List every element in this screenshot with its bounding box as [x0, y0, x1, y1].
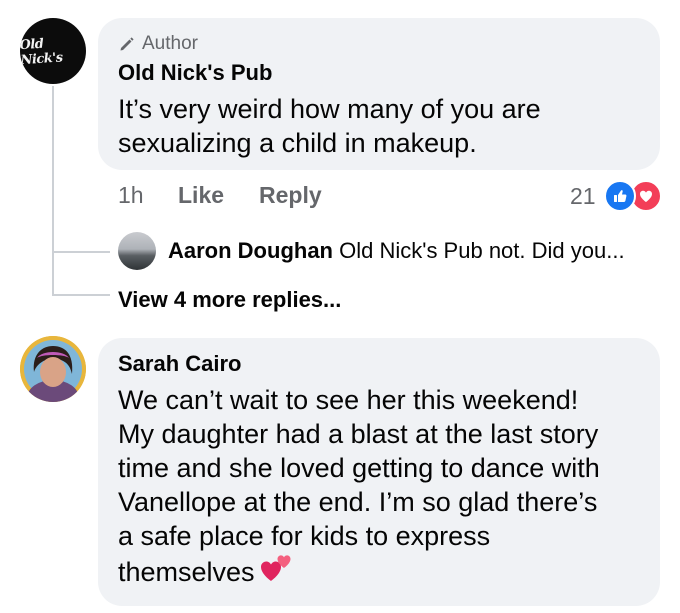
- comment-line: time and she loved getting to dance with: [118, 453, 600, 483]
- like-button[interactable]: Like: [178, 182, 224, 209]
- reply-author-name[interactable]: Aaron Doughan: [168, 238, 333, 263]
- author-badge-label: Author: [142, 33, 198, 54]
- like-icon: [603, 180, 636, 212]
- commenter-name[interactable]: Old Nick's Pub: [118, 60, 272, 86]
- comment-line: My daughter had a blast at the last stor…: [118, 419, 599, 449]
- author-badge: Author: [118, 33, 198, 55]
- commenter-name[interactable]: Sarah Cairo: [118, 351, 242, 377]
- pencil-icon: [120, 37, 134, 51]
- comment-text: We can’t wait to see her this weekend! M…: [118, 383, 600, 591]
- comment-thread: Old Nick's Author Old Nick's Pub It’s ve…: [0, 0, 680, 613]
- reaction-count: 21: [570, 182, 596, 209]
- thread-connector-branch: [52, 294, 110, 296]
- comment-line: We can’t wait to see her this weekend!: [118, 385, 579, 415]
- reply-preview[interactable]: Aaron Doughan Old Nick's Pub not. Did yo…: [168, 238, 625, 264]
- thread-connector-branch: [52, 251, 110, 253]
- view-more-replies-link[interactable]: View 4 more replies...: [118, 287, 341, 313]
- reaction-summary[interactable]: 21: [570, 178, 662, 214]
- two-hearts-icon: [259, 553, 293, 591]
- reply-button[interactable]: Reply: [259, 182, 322, 209]
- comment-line: Vanellope at the end. I’m so glad there’…: [118, 487, 598, 517]
- comment-timestamp[interactable]: 1h: [118, 182, 144, 209]
- thread-connector: [52, 86, 54, 294]
- avatar-logo-text: Old Nick's: [20, 36, 64, 69]
- comment-line: a safe place for kids to express: [118, 521, 491, 551]
- avatar-aaron-doughan[interactable]: [118, 232, 156, 270]
- avatar-old-nicks-pub[interactable]: Old Nick's: [20, 18, 86, 84]
- comment-line: It’s very weird how many of you are: [118, 94, 541, 124]
- comment-line: themselves: [118, 557, 255, 587]
- avatar-sarah-cairo[interactable]: [20, 336, 86, 402]
- reply-text: Old Nick's Pub not. Did you...: [339, 238, 625, 263]
- comment-line: sexualizing a child in makeup.: [118, 128, 477, 158]
- comment-text: It’s very weird how many of you are sexu…: [118, 92, 541, 160]
- comment-line-last: themselves: [118, 553, 600, 591]
